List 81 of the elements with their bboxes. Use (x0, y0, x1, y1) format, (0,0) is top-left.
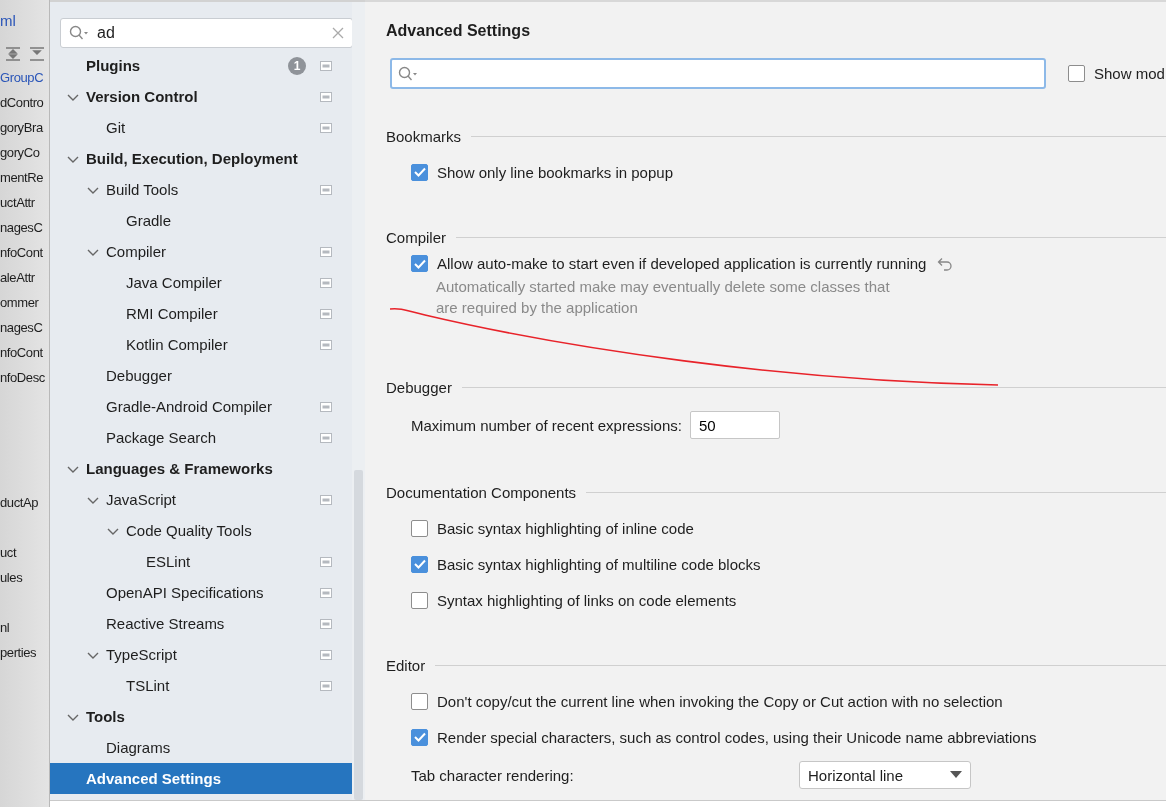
tree-item[interactable]: TSLint (50, 670, 352, 701)
code-line: nl (0, 619, 11, 637)
section-title: Editor (386, 656, 426, 674)
checkbox-label: Show mod (1094, 65, 1165, 82)
checkbox[interactable] (411, 692, 428, 710)
checkbox-label: Don't copy/cut the current line when invoking the Copy or Cut action with no selection (437, 692, 1003, 710)
tree-item[interactable]: TypeScript (50, 639, 352, 670)
tree-item[interactable]: Diagrams (50, 732, 352, 763)
search-icon (398, 65, 418, 82)
checkbox[interactable] (411, 591, 428, 609)
field-label: Tab character rendering: (411, 766, 575, 784)
tree-item[interactable]: Java Compiler (50, 267, 352, 298)
code-line: nfoDesc (0, 369, 46, 387)
checkbox[interactable] (411, 728, 428, 746)
tree-item[interactable]: Reactive Streams (50, 608, 352, 639)
tree-item[interactable]: Languages & Frameworks (50, 453, 352, 484)
tree-item[interactable]: Plugins 1 (50, 50, 352, 81)
checkbox-label: Show only line bookmarks in popup (437, 163, 673, 181)
checkbox-label: Basic syntax highlighting of multiline code blocks (437, 555, 761, 573)
scrollbar-thumb[interactable] (354, 470, 363, 800)
tree-item[interactable]: Package Search (50, 422, 352, 453)
tree-item[interactable]: Gradle (50, 205, 352, 236)
checkbox-label: Basic syntax highlighting of inline code (437, 519, 694, 537)
code-line: uct (0, 544, 18, 562)
checkbox[interactable] (411, 163, 428, 181)
code-line: mentRe (0, 169, 45, 187)
code-line: nagesC (0, 319, 44, 337)
expand-icon[interactable] (4, 46, 22, 62)
checkbox-label: Syntax highlighting of links on code elements (437, 591, 737, 609)
undo-icon[interactable] (937, 256, 954, 271)
checkbox-label: Render special characters, such as control codes, using their Unicode name abbreviations (437, 728, 1037, 746)
dropdown[interactable]: Horizontal line (799, 761, 971, 789)
checkbox[interactable] (411, 519, 428, 537)
checkbox[interactable] (411, 255, 428, 272)
code-line: GroupC (0, 69, 45, 87)
collapse-icon[interactable] (28, 46, 46, 62)
editor-tab[interactable]: ml (0, 10, 49, 32)
search-field[interactable] (390, 58, 1046, 89)
code-line: ules (0, 569, 24, 587)
tree-item[interactable]: Debugger (50, 360, 352, 391)
section-title: Compiler (386, 228, 446, 246)
section-title: Debugger (386, 378, 452, 396)
page-title: Advanced Settings (386, 22, 532, 41)
code-line: ductAp (0, 494, 40, 512)
checkbox-label: Allow auto-make to start even if developed application is currently running (437, 255, 927, 272)
field-label: Maximum number of recent expressions: (411, 416, 682, 434)
tree-item[interactable]: Kotlin Compiler (50, 329, 352, 360)
code-line: nfoCont (0, 244, 44, 262)
clear-icon[interactable] (332, 27, 344, 39)
code-line: nfoCont (0, 344, 44, 362)
tree-item[interactable]: OpenAPI Specifications (50, 577, 352, 608)
setting-description: Automatically started make may eventually delete some classes that are required by the application (436, 277, 891, 318)
search-field[interactable]: ad (60, 18, 353, 48)
code-line: dContro (0, 94, 45, 112)
tree-item[interactable]: Code Quality Tools (50, 515, 352, 546)
code-line: uctAttr (0, 194, 36, 212)
code-line: goryCo (0, 144, 41, 162)
search-icon (69, 25, 89, 41)
count-badge: 1 (288, 56, 306, 75)
tree-item[interactable]: RMI Compiler (50, 298, 352, 329)
checkbox[interactable] (1068, 65, 1085, 82)
tree-item[interactable]: Build Tools (50, 174, 352, 205)
tree-item[interactable]: Compiler (50, 236, 352, 267)
tree-item[interactable]: Gradle-Android Compiler (50, 391, 352, 422)
caret-icon (950, 771, 962, 779)
section-title: Bookmarks (386, 127, 462, 145)
tree-item[interactable]: JavaScript (50, 484, 352, 515)
code-line: perties (0, 644, 38, 662)
number-field[interactable]: 50 (689, 411, 780, 439)
tree-item[interactable]: Advanced Settings (50, 763, 352, 794)
code-line: goryBra (0, 119, 44, 137)
tree-item[interactable]: Git (50, 112, 352, 143)
checkbox[interactable] (411, 555, 428, 573)
code-line: aleAttr (0, 269, 36, 287)
tree-item[interactable]: Build, Execution, Deployment (50, 143, 352, 174)
tree-item[interactable]: Version Control (50, 81, 352, 112)
section-title: Documentation Components (386, 483, 577, 501)
tree-item[interactable]: Tools (50, 701, 352, 732)
code-line: nagesC (0, 219, 44, 237)
tree-item[interactable]: ESLint (50, 546, 352, 577)
code-line: ommer (0, 294, 40, 312)
